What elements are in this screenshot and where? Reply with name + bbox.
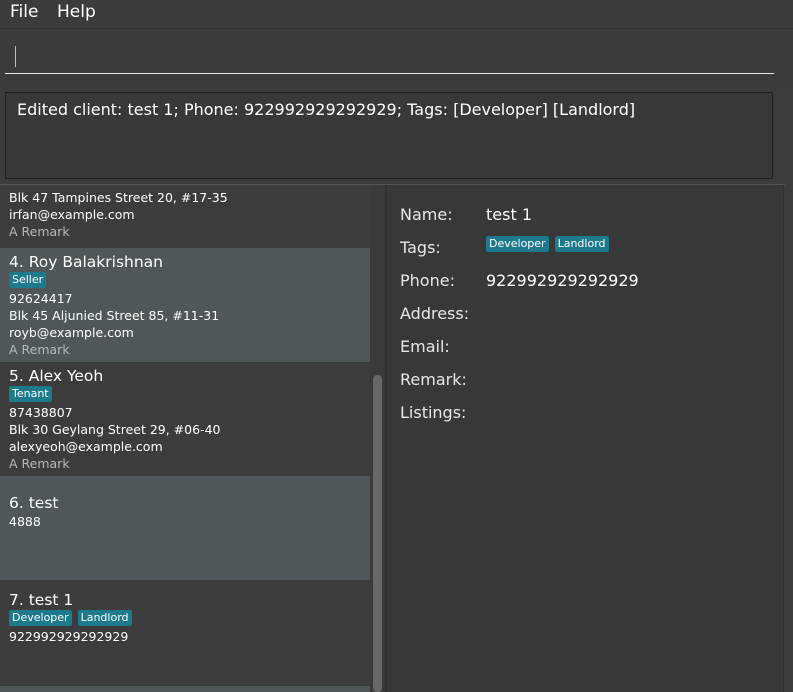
card-remark: A Remark [9,456,70,471]
card-phone: 4888 [9,514,41,529]
menu-help[interactable]: Help [57,2,96,22]
client-detail-panel: Name: test 1 Tags: Developer Landlord Ph… [387,185,783,692]
card-email: alexyeoh@example.com [9,439,163,454]
card-name: 4. Roy Balakrishnan [9,253,164,271]
result-text: Edited client: test 1; Phone: 9229929292… [17,100,636,119]
detail-name: test 1 [486,205,532,224]
card-email: royb@example.com [9,325,134,340]
card-address: Blk 45 Aljunied Street 85, #11-31 [9,308,220,323]
list-card-partial[interactable] [0,686,370,692]
detail-phone: 922992929292929 [486,271,639,290]
tag-badge: Seller [9,272,47,288]
card-name: 7. test 1 [9,591,74,609]
window-right-edge [783,185,793,692]
list-card[interactable]: 4. Roy Balakrishnan Seller 92624417 Blk … [0,248,370,362]
client-list[interactable]: Blk 47 Tampines Street 20, #17-35 irfan@… [0,185,385,692]
card-phone: 92624417 [9,291,73,306]
tag-badge: Landlord [77,610,132,626]
text-caret [15,46,16,67]
card-address: Blk 47 Tampines Street 20, #17-35 [9,190,228,205]
tag-badge: Developer [486,236,549,252]
command-input[interactable] [5,41,774,74]
command-box [0,29,793,86]
detail-label-listings: Listings: [400,403,467,422]
card-name: 6. test [9,494,59,512]
tag-badge: Developer [9,610,72,626]
card-phone: 87438807 [9,405,73,420]
tag-badge: Landlord [554,236,609,252]
detail-label-remark: Remark: [400,370,467,389]
menu-file[interactable]: File [10,2,38,22]
card-phone: 922992929292929 [9,629,129,644]
detail-label-address: Address: [400,304,470,323]
card-tags: Seller [9,272,370,289]
card-tags: Developer Landlord [9,610,370,627]
card-address: Blk 30 Geylang Street 29, #06-40 [9,422,221,437]
card-remark: A Remark [9,224,70,239]
card-remark: A Remark [9,342,70,357]
detail-tags: Developer Landlord [486,236,609,252]
detail-label-phone: Phone: [400,271,455,290]
card-name: 5. Alex Yeoh [9,367,104,385]
list-card-partial[interactable]: Blk 47 Tampines Street 20, #17-35 irfan@… [0,185,370,248]
detail-label-tags: Tags: [400,238,441,257]
list-card[interactable]: 7. test 1 Developer Landlord 92299292929… [0,580,370,686]
tag-badge: Tenant [9,386,52,402]
card-email: irfan@example.com [9,207,135,222]
result-display: Edited client: test 1; Phone: 9229929292… [5,92,773,179]
card-tags: Tenant [9,386,370,403]
detail-label-name: Name: [400,205,453,224]
list-scrollbar-thumb[interactable] [373,375,382,692]
menu-bar: File Help [0,0,793,29]
list-card[interactable]: 6. test 4888 [0,476,370,580]
detail-label-email: Email: [400,337,450,356]
list-card[interactable]: 5. Alex Yeoh Tenant 87438807 Blk 30 Geyl… [0,362,370,476]
